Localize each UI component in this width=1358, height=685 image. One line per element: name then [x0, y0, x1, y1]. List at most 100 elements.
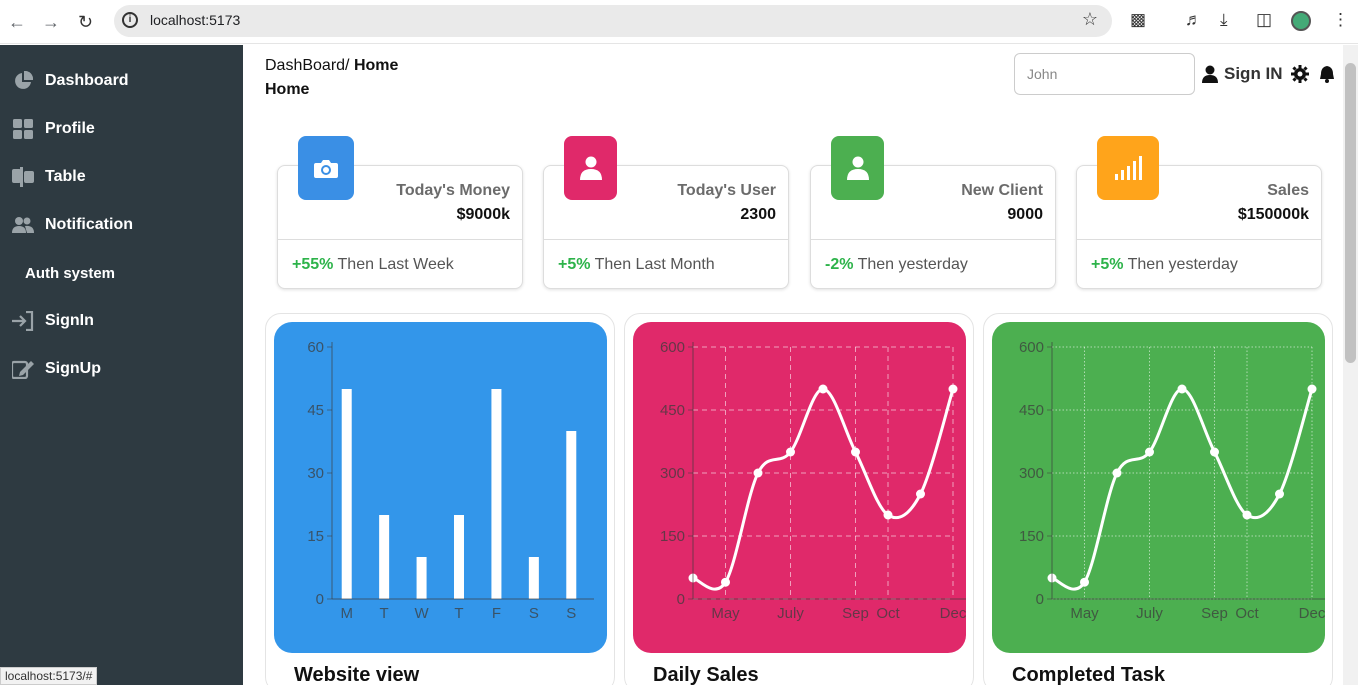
data-point [883, 510, 893, 520]
address-url: localhost:5173 [150, 12, 241, 28]
sidebar-section-auth: Auth system [25, 265, 116, 282]
data-point [948, 384, 958, 394]
x-tick-label: M [340, 605, 353, 622]
stat-card-clients: New Client 9000 -2% Then yesterday [810, 136, 1056, 289]
x-tick-label: May [711, 605, 740, 622]
sidebar-item-signup[interactable]: SignUp [12, 353, 101, 385]
stat-badge [564, 136, 617, 200]
menu-icon[interactable]: ⋮ [1332, 10, 1349, 30]
stat-title: Today's User [677, 182, 776, 199]
data-point [1242, 510, 1252, 520]
stat-value: 2300 [740, 206, 776, 223]
y-tick-label: 15 [307, 528, 324, 545]
stat-value: $9000k [456, 206, 510, 223]
table-icon [12, 167, 34, 187]
bookmark-star-icon[interactable]: ☆ [1082, 9, 1098, 30]
back-icon[interactable]: ← [8, 12, 26, 33]
data-point [1210, 447, 1219, 457]
x-tick-label: S [529, 605, 539, 622]
y-tick-label: 450 [660, 402, 685, 419]
sidebar-item-table[interactable]: Table [12, 161, 86, 193]
completed-task-chart: 0 150 300 450 600 May July Sep Oct Dec [992, 322, 1325, 653]
address-bar[interactable]: i localhost:5173 ☆ [114, 5, 1112, 37]
stat-divider [544, 239, 788, 240]
sidebar-item-notification[interactable]: Notification [12, 209, 133, 241]
download-icon[interactable]: ⤓ [1220, 10, 1228, 30]
data-point [1145, 447, 1154, 457]
bar [454, 515, 464, 599]
sidebar-item-signin[interactable]: SignIn [12, 305, 94, 337]
users-icon [12, 215, 34, 235]
main-content: DashBoard/ Home Home Sign IN Today's Mon… [243, 45, 1343, 685]
stat-change: +55% [292, 256, 334, 273]
stat-badge [831, 136, 884, 200]
y-tick-label: 45 [307, 402, 324, 419]
y-tick-label: 600 [660, 339, 685, 356]
stat-change: +5% [1091, 256, 1124, 273]
sidebar-item-label: Table [45, 168, 86, 185]
stat-card-users: Today's User 2300 +5% Then Last Month [543, 136, 789, 289]
data-point [786, 447, 795, 457]
sidebar-item-dashboard[interactable]: Dashboard [12, 65, 129, 97]
bell-icon[interactable] [1319, 65, 1335, 83]
reload-icon[interactable]: ↻ [78, 12, 93, 33]
bar [379, 515, 390, 599]
x-tick-label: Dec [1299, 605, 1325, 622]
sidebar-item-label: SignUp [45, 360, 101, 377]
stat-card-sales: Sales $150000k +5% Then yesterday [1076, 136, 1322, 289]
bar [566, 431, 577, 599]
x-tick-label: Oct [876, 605, 900, 622]
scrollbar-thumb[interactable] [1345, 63, 1356, 363]
y-tick-label: 600 [1019, 339, 1044, 356]
page-scrollbar[interactable] [1343, 45, 1358, 685]
stat-footer: +5% Then yesterday [1091, 256, 1238, 274]
bar [491, 389, 502, 599]
y-tick-label: 450 [1019, 402, 1044, 419]
stat-footer: +55% Then Last Week [292, 256, 454, 274]
data-point [1307, 384, 1317, 394]
browser-toolbar: ← → ↻ i localhost:5173 ☆ ▩ ♬ ⤓ ◫ ⋮ [0, 0, 1358, 44]
sign-in-link[interactable]: Sign IN [1224, 64, 1283, 84]
profile-avatar[interactable] [1291, 11, 1311, 31]
sign-in-icon [12, 311, 34, 331]
extensions-icon[interactable]: ▩ [1130, 10, 1146, 30]
breadcrumb-root[interactable]: DashBoard/ [265, 57, 350, 74]
forward-icon[interactable]: → [42, 12, 60, 33]
media-icon[interactable]: ♬ [1185, 10, 1202, 30]
daily-sales-chart: 0 150 300 450 600 May July Sep Oct Dec [633, 322, 966, 653]
chart-card-completed-task: 0 150 300 450 600 May July Sep Oct Dec Completed … [983, 313, 1333, 685]
stat-value: 9000 [1007, 206, 1043, 223]
y-tick-label: 30 [307, 465, 324, 482]
side-panel-icon[interactable]: ◫ [1256, 10, 1272, 30]
site-info-icon[interactable]: i [122, 12, 138, 28]
stat-title: New Client [961, 182, 1043, 199]
pie-chart-icon [12, 71, 34, 91]
website-view-chart: 0 15 30 45 60 M T W T F S S [274, 322, 607, 653]
data-point [1177, 384, 1187, 394]
stat-divider [811, 239, 1055, 240]
user-icon [1202, 65, 1218, 83]
sidebar-item-profile[interactable]: Profile [12, 113, 95, 145]
stat-card-money: Today's Money $9000k +55% Then Last Week [277, 136, 523, 289]
stat-title: Sales [1267, 182, 1309, 199]
gear-icon[interactable] [1290, 65, 1309, 83]
user-icon [846, 156, 869, 180]
data-point [721, 577, 730, 587]
x-tick-label: Sep [1201, 605, 1228, 622]
stat-value: $150000k [1237, 206, 1309, 223]
x-tick-label: T [454, 605, 463, 622]
chart-title: Website view [294, 664, 420, 685]
x-tick-label: Dec [940, 605, 966, 622]
data-point [818, 384, 828, 394]
stat-change: -2% [825, 256, 854, 273]
x-tick-label: May [1070, 605, 1099, 622]
sidebar-item-label: Notification [45, 216, 133, 233]
sidebar-item-label: Dashboard [45, 72, 129, 89]
website-view-chart-svg: 0 15 30 45 60 M T W T F S S [307, 339, 594, 622]
series-line [1051, 387, 1314, 591]
stat-period: Then Last Week [337, 256, 454, 273]
chart-card-daily-sales: 0 150 300 450 600 May July Sep Oct Dec Daily Sale… [624, 313, 974, 685]
search-input[interactable] [1014, 53, 1195, 95]
status-bar-url: localhost:5173/# [0, 667, 98, 685]
stat-period: Then Last Month [594, 256, 715, 273]
